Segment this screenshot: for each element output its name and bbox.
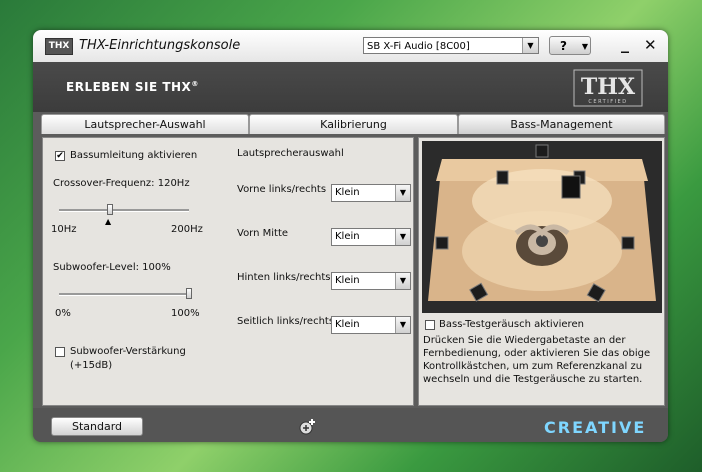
subwoofer-slider-thumb[interactable] <box>186 288 192 299</box>
tab-bass-management[interactable]: Bass-Management <box>458 114 665 134</box>
close-button[interactable]: ✕ <box>644 36 660 54</box>
front-lr-label: Vorne links/rechts <box>237 184 327 195</box>
listener-figure <box>514 224 570 266</box>
add-tool-icon[interactable] <box>299 418 317 436</box>
rear-lr-label: Hinten links/rechts <box>237 272 331 283</box>
subwoofer-boost-sublabel: (+15dB) <box>70 360 113 371</box>
minimize-button[interactable]: _ <box>621 34 637 53</box>
chevron-down-icon: ▼ <box>581 42 588 51</box>
bass-redirect-label: Bassumleitung aktivieren <box>70 150 198 161</box>
front-center-label: Vorn Mitte <box>237 228 289 239</box>
front-lr-select[interactable]: Klein ▼ <box>331 184 411 202</box>
chevron-down-icon[interactable]: ▼ <box>395 229 410 245</box>
crossover-slider-track[interactable] <box>59 209 189 212</box>
rear-lr-value: Klein <box>335 275 360 286</box>
thx-certified-logo: THX CERTIFIED <box>573 69 643 107</box>
bass-test-label: Bass-Testgeräusch aktivieren <box>439 319 584 330</box>
standard-button[interactable]: Standard <box>51 417 143 436</box>
thx-logo-sub: CERTIFIED <box>588 99 627 105</box>
subwoofer-boost-label: Subwoofer-Verstärkung <box>70 346 186 357</box>
bass-test-checkbox[interactable] <box>425 320 435 330</box>
chevron-down-icon[interactable]: ▼ <box>522 38 538 53</box>
device-select-value: SB X-Fi Audio [8C00] <box>367 41 470 52</box>
front-lr-value: Klein <box>335 187 360 198</box>
thx-console-window: THX THX-Einrichtungskonsole SB X-Fi Audi… <box>33 30 668 442</box>
front-center-value: Klein <box>335 231 360 242</box>
bass-redirect-checkbox[interactable]: ✔ <box>55 151 65 161</box>
thx-app-icon: THX <box>45 38 73 55</box>
crossover-slider-thumb[interactable] <box>106 204 113 215</box>
room-preview-panel: Bass-Testgeräusch aktivieren Drücken Sie… <box>418 137 665 406</box>
bass-test-hint: Drücken Sie die Wiedergabetaste an der F… <box>423 335 651 385</box>
tab-kalibrierung[interactable]: Kalibrierung <box>249 114 458 134</box>
chevron-down-icon[interactable]: ▼ <box>395 317 410 333</box>
chevron-down-icon[interactable]: ▼ <box>395 273 410 289</box>
room-illustration <box>422 141 662 313</box>
crossover-max-label: 200Hz <box>171 224 203 235</box>
subwoofer-boost-checkbox[interactable] <box>55 347 65 357</box>
side-lr-label: Seitlich links/rechts <box>237 316 335 327</box>
trademark-mark: ® <box>191 80 199 88</box>
bass-settings-panel: ✔ Bassumleitung aktivieren Crossover-Fre… <box>42 137 414 406</box>
banner: ERLEBEN SIE THX® THX CERTIFIED <box>33 62 668 112</box>
footer-bar: Standard CREATIVE <box>33 408 668 442</box>
help-label: ? <box>560 39 567 53</box>
side-lr-select[interactable]: Klein ▼ <box>331 316 411 334</box>
thx-logo-text: THX <box>581 74 636 100</box>
side-lr-value: Klein <box>335 319 360 330</box>
rear-lr-select[interactable]: Klein ▼ <box>331 272 411 290</box>
subwoofer-slider-track[interactable] <box>59 293 189 296</box>
front-center-select[interactable]: Klein ▼ <box>331 228 411 246</box>
subwoofer-level-label: Subwoofer-Level: 100% <box>53 262 171 273</box>
tab-strip: Lautsprecher-Auswahl Kalibrierung Bass-M… <box>41 114 665 136</box>
window-title: THX-Einrichtungskonsole <box>79 38 241 53</box>
subwoofer-min-label: 0% <box>55 308 71 319</box>
banner-heading: ERLEBEN SIE THX <box>66 80 192 94</box>
crossover-min-label: 10Hz <box>51 224 77 235</box>
title-bar: THX THX-Einrichtungskonsole SB X-Fi Audi… <box>33 30 668 62</box>
crossover-marker-icon: ▲ <box>105 217 112 226</box>
banner-text: ERLEBEN SIE THX® <box>66 80 199 94</box>
subwoofer-max-label: 100% <box>171 308 200 319</box>
crossover-label: Crossover-Frequenz: 120Hz <box>53 178 190 189</box>
speaker-selection-heading: Lautsprecherauswahl <box>237 148 344 159</box>
help-button[interactable]: ? ▼ <box>549 36 591 55</box>
device-select[interactable]: SB X-Fi Audio [8C00] ▼ <box>363 37 539 54</box>
creative-logo: CREATIVE <box>544 418 647 437</box>
tab-lautsprecher-auswahl[interactable]: Lautsprecher-Auswahl <box>41 114 249 134</box>
chevron-down-icon[interactable]: ▼ <box>395 185 410 201</box>
